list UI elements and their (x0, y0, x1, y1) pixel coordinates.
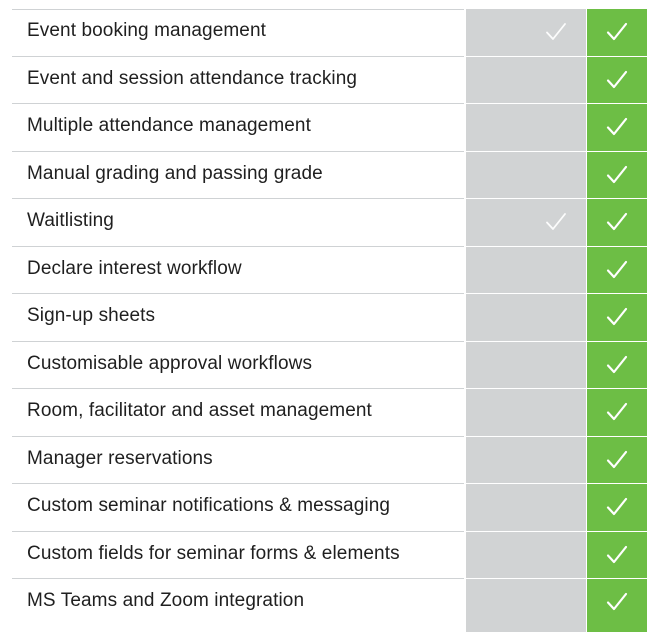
feature-comparison-table: Event booking management Event and sessio… (0, 0, 655, 632)
check-icon (606, 70, 628, 90)
table-row: Custom fields for seminar forms & elemen… (0, 532, 655, 579)
feature-label: Room, facilitator and asset management (27, 400, 372, 421)
check-icon (606, 22, 628, 42)
feature-label: Waitlisting (27, 210, 114, 231)
check-icon (606, 165, 628, 185)
feature-label: Manager reservations (27, 447, 213, 469)
feature-label: Custom fields for seminar forms & elemen… (27, 542, 400, 564)
feature-label: Event booking management (27, 20, 266, 41)
feature-label: Customisable approval workflows (27, 352, 313, 374)
table-row: Manager reservations (0, 437, 655, 484)
table-row: Multiple attendance management (0, 104, 655, 152)
feature-label: Sign-up sheets (27, 305, 156, 326)
check-icon (606, 307, 628, 327)
feature-label: Multiple attendance management (27, 115, 311, 136)
feature-label: Manual grading and passing grade (27, 162, 323, 184)
feature-label: Declare interest workflow (27, 257, 242, 279)
table-row: MS Teams and Zoom integration (0, 579, 655, 627)
check-icon (606, 260, 628, 280)
table-row: Manual grading and passing grade (0, 152, 655, 199)
check-icon (606, 212, 628, 232)
feature-rows: Event booking management Event and sessio… (0, 9, 655, 627)
table-row: Room, facilitator and asset management (0, 389, 655, 437)
table-row: Sign-up sheets (0, 294, 655, 342)
table-row: Waitlisting (0, 199, 655, 247)
check-icon (606, 545, 628, 565)
check-icon (606, 117, 628, 137)
check-icon (606, 450, 628, 470)
table-row: Customisable approval workflows (0, 342, 655, 389)
table-row: Event and session attendance tracking (0, 57, 655, 104)
check-icon (606, 402, 628, 422)
check-icon (606, 592, 628, 612)
check-icon (545, 212, 567, 232)
table-row: Declare interest workflow (0, 247, 655, 294)
table-row: Custom seminar notifications & messaging (0, 484, 655, 532)
check-icon (606, 497, 628, 517)
feature-label: Custom seminar notifications & messaging (27, 495, 391, 516)
table-row: Event booking management (0, 9, 655, 57)
check-icon (545, 22, 567, 42)
feature-label: MS Teams and Zoom integration (27, 590, 305, 611)
check-icon (606, 355, 628, 375)
feature-label: Event and session attendance tracking (27, 67, 358, 89)
